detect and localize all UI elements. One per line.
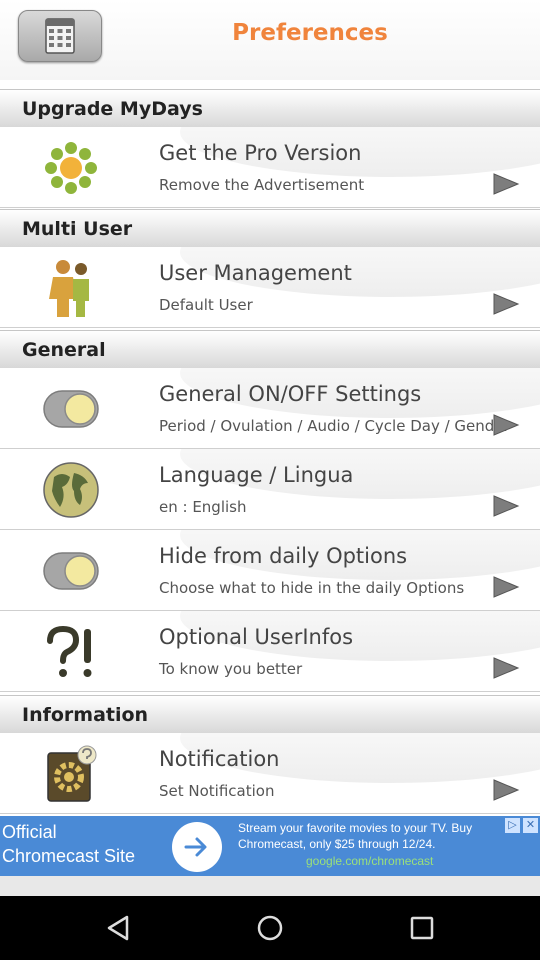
row-user-management[interactable]: User Management Default User (0, 247, 540, 328)
ad-text: Stream your favorite movies to your TV. … (238, 821, 473, 851)
chevron-right-icon (493, 414, 520, 436)
chevron-right-icon (493, 293, 520, 315)
app-header: Preferences (0, 0, 540, 80)
nav-home-button[interactable] (250, 908, 290, 948)
chevron-right-icon (493, 657, 520, 679)
ad-close-icon[interactable]: ✕ (523, 818, 538, 833)
sun-icon (42, 139, 100, 197)
row-subtitle: en : English (159, 498, 247, 516)
nav-back-button[interactable] (98, 908, 138, 948)
row-subtitle: Period / Ovulation / Audio / Cycle Day /… (159, 417, 510, 435)
toggle-icon (42, 542, 100, 600)
chevron-right-icon (493, 495, 520, 517)
row-title: Hide from daily Options (159, 544, 408, 568)
row-subtitle: Set Notification (159, 782, 275, 800)
users-icon (42, 259, 100, 317)
row-subtitle: Remove the Advertisement (159, 176, 365, 194)
nav-recents-button[interactable] (402, 908, 442, 948)
globe-icon (42, 461, 100, 519)
section-header-general: General (0, 330, 540, 368)
ad-title: Official Chromecast Site (2, 822, 136, 866)
row-subtitle: Choose what to hide in the daily Options (159, 579, 465, 597)
section-header-information: Information (0, 695, 540, 733)
section-header-upgrade: Upgrade MyDays (0, 89, 540, 127)
home-circle-icon (257, 915, 283, 941)
ad-arrow-button[interactable] (172, 822, 222, 872)
calendar-icon (45, 18, 75, 54)
ad-url: google.com/chromecast (306, 854, 434, 868)
row-subtitle: To know you better (159, 660, 303, 678)
row-title: Notification (159, 747, 280, 771)
row-general-settings[interactable]: General ON/OFF Settings Period / Ovulati… (0, 368, 540, 449)
recents-square-icon (410, 916, 434, 940)
page-title: Preferences (232, 20, 388, 46)
ad-info-icon[interactable]: ▷ (505, 818, 520, 833)
chevron-right-icon (493, 779, 520, 801)
system-nav-bar (0, 896, 540, 960)
row-language[interactable]: Language / Lingua en : English (0, 449, 540, 530)
row-title: Language / Lingua (159, 463, 354, 487)
row-subtitle: Default User (159, 296, 253, 314)
row-title: Get the Pro Version (159, 141, 362, 165)
row-title: Optional UserInfos (159, 625, 354, 649)
calendar-back-button[interactable] (18, 10, 102, 62)
question-mark-icon (42, 623, 100, 681)
bottom-background (0, 876, 540, 896)
settings-help-icon (42, 745, 100, 803)
row-title: General ON/OFF Settings (159, 382, 422, 406)
chevron-right-icon (493, 173, 520, 195)
arrow-right-icon (184, 837, 207, 857)
row-title: User Management (159, 261, 352, 285)
section-header-multi-user: Multi User (0, 209, 540, 247)
toggle-icon (42, 380, 100, 438)
back-triangle-icon (107, 915, 129, 941)
chevron-right-icon (493, 576, 520, 598)
row-optional-userinfos[interactable]: Optional UserInfos To know you better (0, 611, 540, 692)
row-hide-daily-options[interactable]: Hide from daily Options Choose what to h… (0, 530, 540, 611)
row-pro-version[interactable]: Get the Pro Version Remove the Advertise… (0, 127, 540, 208)
ad-banner[interactable]: Official Chromecast Site Stream your fav… (0, 816, 540, 876)
row-notification[interactable]: Notification Set Notification (0, 733, 540, 814)
